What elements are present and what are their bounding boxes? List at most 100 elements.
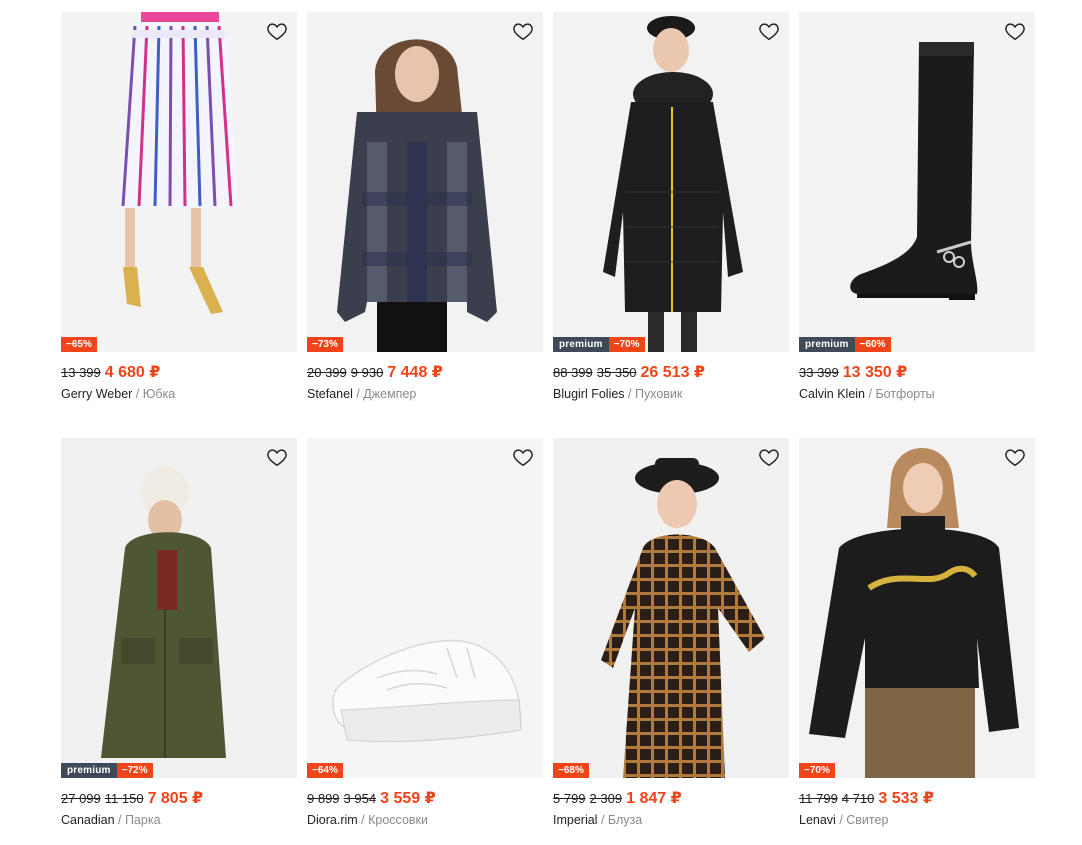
badges: premium −70%	[553, 337, 645, 352]
product-image[interactable]: premium −60%	[799, 12, 1035, 352]
favorite-button[interactable]	[264, 444, 290, 470]
old-price: 9 930	[350, 365, 384, 380]
current-price: 4 680 ₽	[104, 364, 161, 381]
favorite-button[interactable]	[510, 444, 536, 470]
category-name: Пуховик	[634, 387, 683, 401]
product-card[interactable]: premium −70% 88 399 35 350 26 513 ₽ Blug…	[553, 12, 789, 438]
old-price: 5 799	[553, 791, 586, 806]
product-card[interactable]: premium −72% 27 099 11 150 7 805 ₽ Canad…	[61, 438, 297, 838]
discount-badge: −72%	[116, 763, 153, 778]
current-price: 7 448 ₽	[387, 364, 443, 381]
brand-name: Lenavi	[799, 813, 836, 827]
category-name: Блуза	[607, 813, 643, 827]
favorite-button[interactable]	[756, 18, 782, 44]
category-name: Ботфорты	[875, 387, 935, 401]
brand-name: Calvin Klein	[799, 387, 866, 401]
premium-badge: premium	[553, 337, 609, 352]
product-card[interactable]: −68% 5 799 2 309 1 847 ₽ Imperial / Блуз…	[553, 438, 789, 838]
product-title[interactable]: Diora.rim / Кроссовки	[307, 813, 543, 827]
product-card[interactable]: premium −60% 33 399 13 350 ₽ Calvin Klei…	[799, 12, 1035, 438]
price-row: 5 799 2 309 1 847 ₽	[553, 788, 789, 808]
heart-icon	[513, 23, 533, 41]
badges: −65%	[61, 337, 97, 352]
price-row: 33 399 13 350 ₽	[799, 362, 1035, 382]
price-row: 27 099 11 150 7 805 ₽	[61, 788, 297, 808]
favorite-button[interactable]	[264, 18, 290, 44]
product-image[interactable]: −68%	[553, 438, 789, 778]
current-price: 26 513 ₽	[640, 364, 706, 381]
brand-name: Stefanel	[307, 387, 353, 401]
badges: −68%	[553, 763, 589, 778]
product-photo-skirt	[61, 12, 297, 352]
old-price: 20 399	[307, 365, 347, 380]
old-price: 88 399	[553, 365, 593, 380]
product-card[interactable]: −70% 11 799 4 710 3 533 ₽ Lenavi / Свите…	[799, 438, 1035, 838]
separator: /	[624, 387, 635, 401]
product-image[interactable]: −64%	[307, 438, 543, 778]
product-photo-parka	[61, 438, 297, 778]
separator: /	[352, 387, 364, 401]
separator: /	[865, 387, 876, 401]
premium-badge: premium	[61, 763, 117, 778]
product-photo-boots	[799, 12, 1035, 352]
current-price: 3 559 ₽	[380, 790, 436, 807]
discount-badge: −65%	[61, 337, 97, 352]
separator: /	[357, 813, 369, 827]
old-price: 11 150	[104, 791, 144, 806]
product-title[interactable]: Imperial / Блуза	[553, 813, 789, 827]
product-title[interactable]: Calvin Klein / Ботфорты	[799, 387, 1035, 401]
product-image[interactable]: −70%	[799, 438, 1035, 778]
product-title[interactable]: Stefanel / Джемпер	[307, 387, 543, 401]
price-row: 9 899 3 954 3 559 ₽	[307, 788, 543, 808]
separator: /	[114, 813, 125, 827]
category-name: Кроссовки	[368, 813, 428, 827]
discount-badge: −70%	[799, 763, 835, 778]
heart-icon	[267, 449, 287, 467]
product-title[interactable]: Canadian / Парка	[61, 813, 297, 827]
product-image[interactable]: premium −72%	[61, 438, 297, 778]
heart-icon	[267, 23, 287, 41]
premium-badge: premium	[799, 337, 855, 352]
favorite-button[interactable]	[756, 444, 782, 470]
old-price: 27 099	[61, 791, 101, 806]
product-title[interactable]: Gerry Weber / Юбка	[61, 387, 297, 401]
badges: −64%	[307, 763, 343, 778]
category-name: Свитер	[846, 813, 889, 827]
discount-badge: −73%	[307, 337, 343, 352]
discount-badge: −70%	[608, 337, 645, 352]
badges: premium −60%	[799, 337, 891, 352]
product-grid: −65% 13 399 4 680 ₽ Gerry Weber / Юбка −…	[61, 12, 1035, 838]
product-photo-lenavi-sweater	[799, 438, 1035, 778]
product-image[interactable]: −73%	[307, 12, 543, 352]
badges: −70%	[799, 763, 835, 778]
heart-icon	[759, 23, 779, 41]
product-title[interactable]: Lenavi / Свитер	[799, 813, 1035, 827]
product-title[interactable]: Blugirl Folies / Пуховик	[553, 387, 789, 401]
product-card[interactable]: −64% 9 899 3 954 3 559 ₽ Diora.rim / Кро…	[307, 438, 543, 838]
discount-badge: −68%	[553, 763, 589, 778]
current-price: 7 805 ₽	[147, 790, 204, 807]
favorite-button[interactable]	[510, 18, 536, 44]
brand-name: Gerry Weber	[61, 387, 133, 401]
separator: /	[132, 387, 143, 401]
product-photo-blouse	[553, 438, 789, 778]
favorite-button[interactable]	[1002, 18, 1028, 44]
current-price: 13 350 ₽	[842, 364, 908, 381]
heart-icon	[1005, 449, 1025, 467]
product-photo-coat	[553, 12, 789, 352]
product-card[interactable]: −65% 13 399 4 680 ₽ Gerry Weber / Юбка	[61, 12, 297, 438]
category-name: Парка	[124, 813, 161, 827]
favorite-button[interactable]	[1002, 444, 1028, 470]
product-image[interactable]: −65%	[61, 12, 297, 352]
heart-icon	[759, 449, 779, 467]
brand-name: Blugirl Folies	[553, 387, 625, 401]
price-row: 20 399 9 930 7 448 ₽	[307, 362, 543, 382]
product-card[interactable]: −73% 20 399 9 930 7 448 ₽ Stefanel / Дже…	[307, 12, 543, 438]
category-name: Джемпер	[363, 387, 417, 401]
heart-icon	[1005, 23, 1025, 41]
brand-name: Canadian	[61, 813, 115, 827]
old-price: 9 899	[307, 791, 340, 806]
current-price: 3 533 ₽	[878, 790, 934, 807]
price-row: 88 399 35 350 26 513 ₽	[553, 362, 789, 382]
product-image[interactable]: premium −70%	[553, 12, 789, 352]
